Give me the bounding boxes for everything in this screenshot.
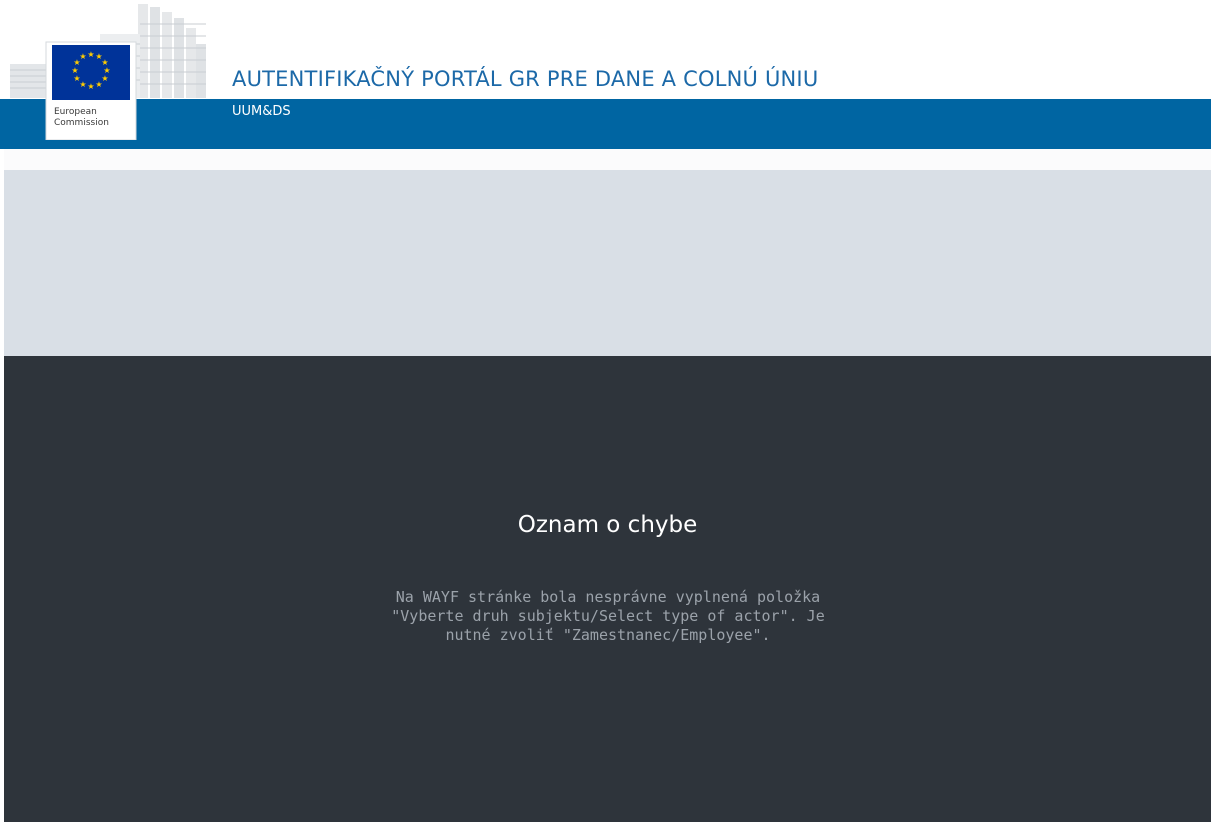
logo-text-european: European xyxy=(54,107,97,117)
error-panel: Oznam o chybe Na WAYF stránke bola nespr… xyxy=(4,356,1211,822)
svg-text:★: ★ xyxy=(87,82,94,91)
grey-banner xyxy=(4,170,1211,356)
logo-text-commission: Commission xyxy=(54,118,109,128)
portal-subtitle: UUM&DS xyxy=(232,104,291,119)
error-title: Oznam o chybe xyxy=(517,512,698,538)
svg-text:★: ★ xyxy=(95,80,102,89)
european-commission-logo[interactable]: ★ ★ ★ ★ ★ ★ ★ ★ ★ ★ ★ ★ European Commiss… xyxy=(10,4,206,140)
svg-text:★: ★ xyxy=(79,52,86,61)
svg-text:★: ★ xyxy=(87,50,94,59)
site-header: ★ ★ ★ ★ ★ ★ ★ ★ ★ ★ ★ ★ European Commiss… xyxy=(0,0,1211,170)
svg-text:★: ★ xyxy=(73,74,80,83)
eu-flag-icon: ★ ★ ★ ★ ★ ★ ★ ★ ★ ★ ★ ★ xyxy=(52,45,130,100)
header-separator xyxy=(0,149,1211,170)
svg-text:★: ★ xyxy=(71,66,78,75)
portal-title: AUTENTIFIKAČNÝ PORTÁL GR PRE DANE A COLN… xyxy=(232,67,819,91)
error-message: Na WAYF stránke bola nesprávne vyplnená … xyxy=(391,588,825,644)
